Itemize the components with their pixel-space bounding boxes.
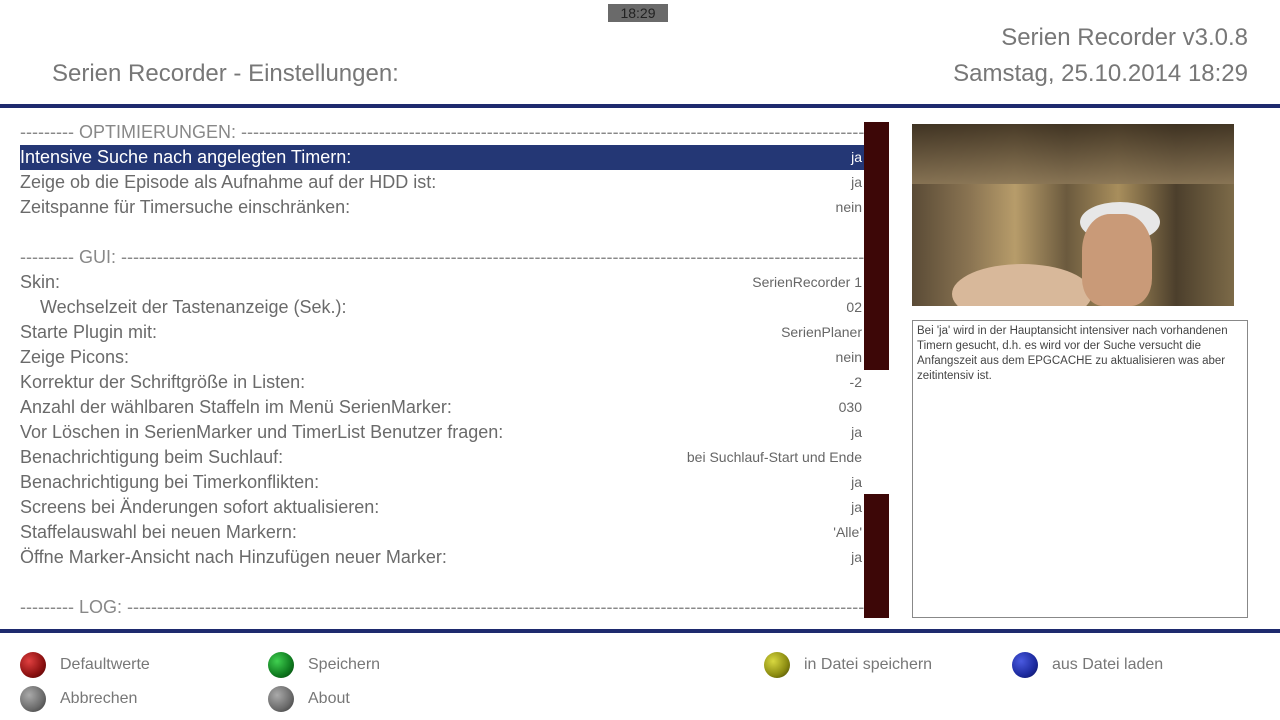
- about-button[interactable]: About: [268, 686, 350, 712]
- setting-label: Starte Plugin mit:: [20, 322, 158, 342]
- setting-row-button-display-interval[interactable]: Wechselzeit der Tastenanzeige (Sek.): 02: [20, 295, 864, 320]
- setting-row-intensive-search[interactable]: Intensive Suche nach angelegten Timern: …: [20, 145, 864, 170]
- scrollbar-segment[interactable]: [864, 122, 889, 370]
- setting-row-season-selection[interactable]: Staffelauswahl bei neuen Markern: 'Alle': [20, 520, 864, 545]
- setting-label: Zeige Picons:: [20, 347, 130, 367]
- setting-value: SerienPlaner: [781, 324, 862, 340]
- setting-value: 02: [846, 299, 862, 315]
- setting-label: Intensive Suche nach angelegten Timern:: [20, 147, 352, 167]
- setting-row-season-count[interactable]: Anzahl der wählbaren Staffeln im Menü Se…: [20, 395, 864, 420]
- info-button-icon: [268, 686, 294, 712]
- setting-value: -2: [849, 374, 862, 390]
- section-header-gui: --------- GUI: -------------------------…: [20, 247, 864, 267]
- setting-row-start-plugin-with[interactable]: Starte Plugin mit: SerienPlaner: [20, 320, 864, 345]
- section-header-log: --------- LOG: -------------------------…: [20, 597, 864, 617]
- date-time: Samstag, 25.10.2014 18:29: [953, 60, 1248, 87]
- setting-value: SerienRecorder 1: [752, 274, 862, 290]
- setting-value: ja: [851, 149, 862, 165]
- setting-row-skin[interactable]: Skin: SerienRecorder 1: [20, 270, 864, 295]
- setting-value: nein: [835, 199, 862, 215]
- defaults-button[interactable]: Defaultwerte: [20, 652, 150, 678]
- setting-row-confirm-delete[interactable]: Vor Löschen in SerienMarker und TimerLis…: [20, 420, 864, 445]
- blue-button-icon: [1012, 652, 1038, 678]
- setting-label: Zeige ob die Episode als Aufnahme auf de…: [20, 172, 437, 192]
- setting-row-font-size-correction[interactable]: Korrektur der Schriftgröße in Listen: -2: [20, 370, 864, 395]
- setting-label: Skin:: [20, 272, 61, 292]
- setting-row-timer-search-span[interactable]: Zeitspanne für Timersuche einschränken: …: [20, 195, 864, 220]
- setting-row-show-episode-hdd[interactable]: Zeige ob die Episode als Aufnahme auf de…: [20, 170, 864, 195]
- setting-label: Korrektur der Schriftgröße in Listen:: [20, 372, 306, 392]
- save-to-file-button[interactable]: in Datei speichern: [764, 652, 932, 678]
- setting-value: ja: [851, 499, 862, 515]
- setting-value: nein: [835, 349, 862, 365]
- section-header-optimierungen: --------- OPTIMIERUNGEN: ---------------…: [20, 122, 864, 142]
- yellow-button-icon: [764, 652, 790, 678]
- green-button-icon: [268, 652, 294, 678]
- preview-figure: [1082, 214, 1152, 306]
- setting-value: bei Suchlauf-Start und Ende: [686, 449, 862, 465]
- setting-label: Anzahl der wählbaren Staffeln im Menü Se…: [20, 397, 452, 417]
- help-text: Bei 'ja' wird in der Hauptansicht intens…: [917, 325, 1228, 382]
- setting-value: ja: [851, 474, 862, 490]
- page-title: Serien Recorder - Einstellungen:: [52, 60, 399, 87]
- settings-scrollbar[interactable]: [864, 122, 889, 618]
- setting-value: 'Alle': [833, 524, 862, 540]
- settings-list[interactable]: --------- OPTIMIERUNGEN: ---------------…: [20, 120, 864, 620]
- setting-label: Öffne Marker-Ansicht nach Hinzufügen neu…: [20, 547, 447, 567]
- app-version: Serien Recorder v3.0.8: [1001, 24, 1248, 51]
- setting-value: ja: [851, 174, 862, 190]
- setting-label: Zeitspanne für Timersuche einschränken:: [20, 197, 351, 217]
- tv-preview: [912, 124, 1234, 306]
- setting-label: Benachrichtigung bei Timerkonflikten:: [20, 472, 320, 492]
- header-divider: [0, 104, 1280, 108]
- preview-curtain: [912, 124, 1234, 184]
- setting-row-show-picons[interactable]: Zeige Picons: nein: [20, 345, 864, 370]
- setting-label: Screens bei Änderungen sofort aktualisie…: [20, 497, 380, 517]
- setting-row-open-marker-view[interactable]: Öffne Marker-Ansicht nach Hinzufügen neu…: [20, 545, 864, 570]
- setting-row-timer-conflict-notification[interactable]: Benachrichtigung bei Timerkonflikten: ja: [20, 470, 864, 495]
- clock: 18:29: [608, 4, 668, 22]
- setting-value: ja: [851, 424, 862, 440]
- help-panel: Bei 'ja' wird in der Hauptansicht intens…: [912, 320, 1248, 618]
- footer-divider: [0, 629, 1280, 633]
- preview-figure: [952, 264, 1092, 306]
- scrollbar-segment[interactable]: [864, 494, 889, 618]
- red-button-icon: [20, 652, 46, 678]
- setting-value: 030: [838, 399, 862, 415]
- setting-label: Wechselzeit der Tastenanzeige (Sek.):: [40, 297, 347, 317]
- load-from-file-button[interactable]: aus Datei laden: [1012, 652, 1163, 678]
- cancel-button[interactable]: Abbrechen: [20, 686, 137, 712]
- save-button[interactable]: Speichern: [268, 652, 380, 678]
- setting-label: Staffelauswahl bei neuen Markern:: [20, 522, 297, 542]
- setting-row-search-notification[interactable]: Benachrichtigung beim Suchlauf: bei Such…: [20, 445, 864, 470]
- setting-label: Vor Löschen in SerienMarker und TimerLis…: [20, 422, 504, 442]
- exit-button-icon: [20, 686, 46, 712]
- setting-value: ja: [851, 549, 862, 565]
- setting-row-refresh-screens[interactable]: Screens bei Änderungen sofort aktualisie…: [20, 495, 864, 520]
- setting-label: Benachrichtigung beim Suchlauf:: [20, 447, 284, 467]
